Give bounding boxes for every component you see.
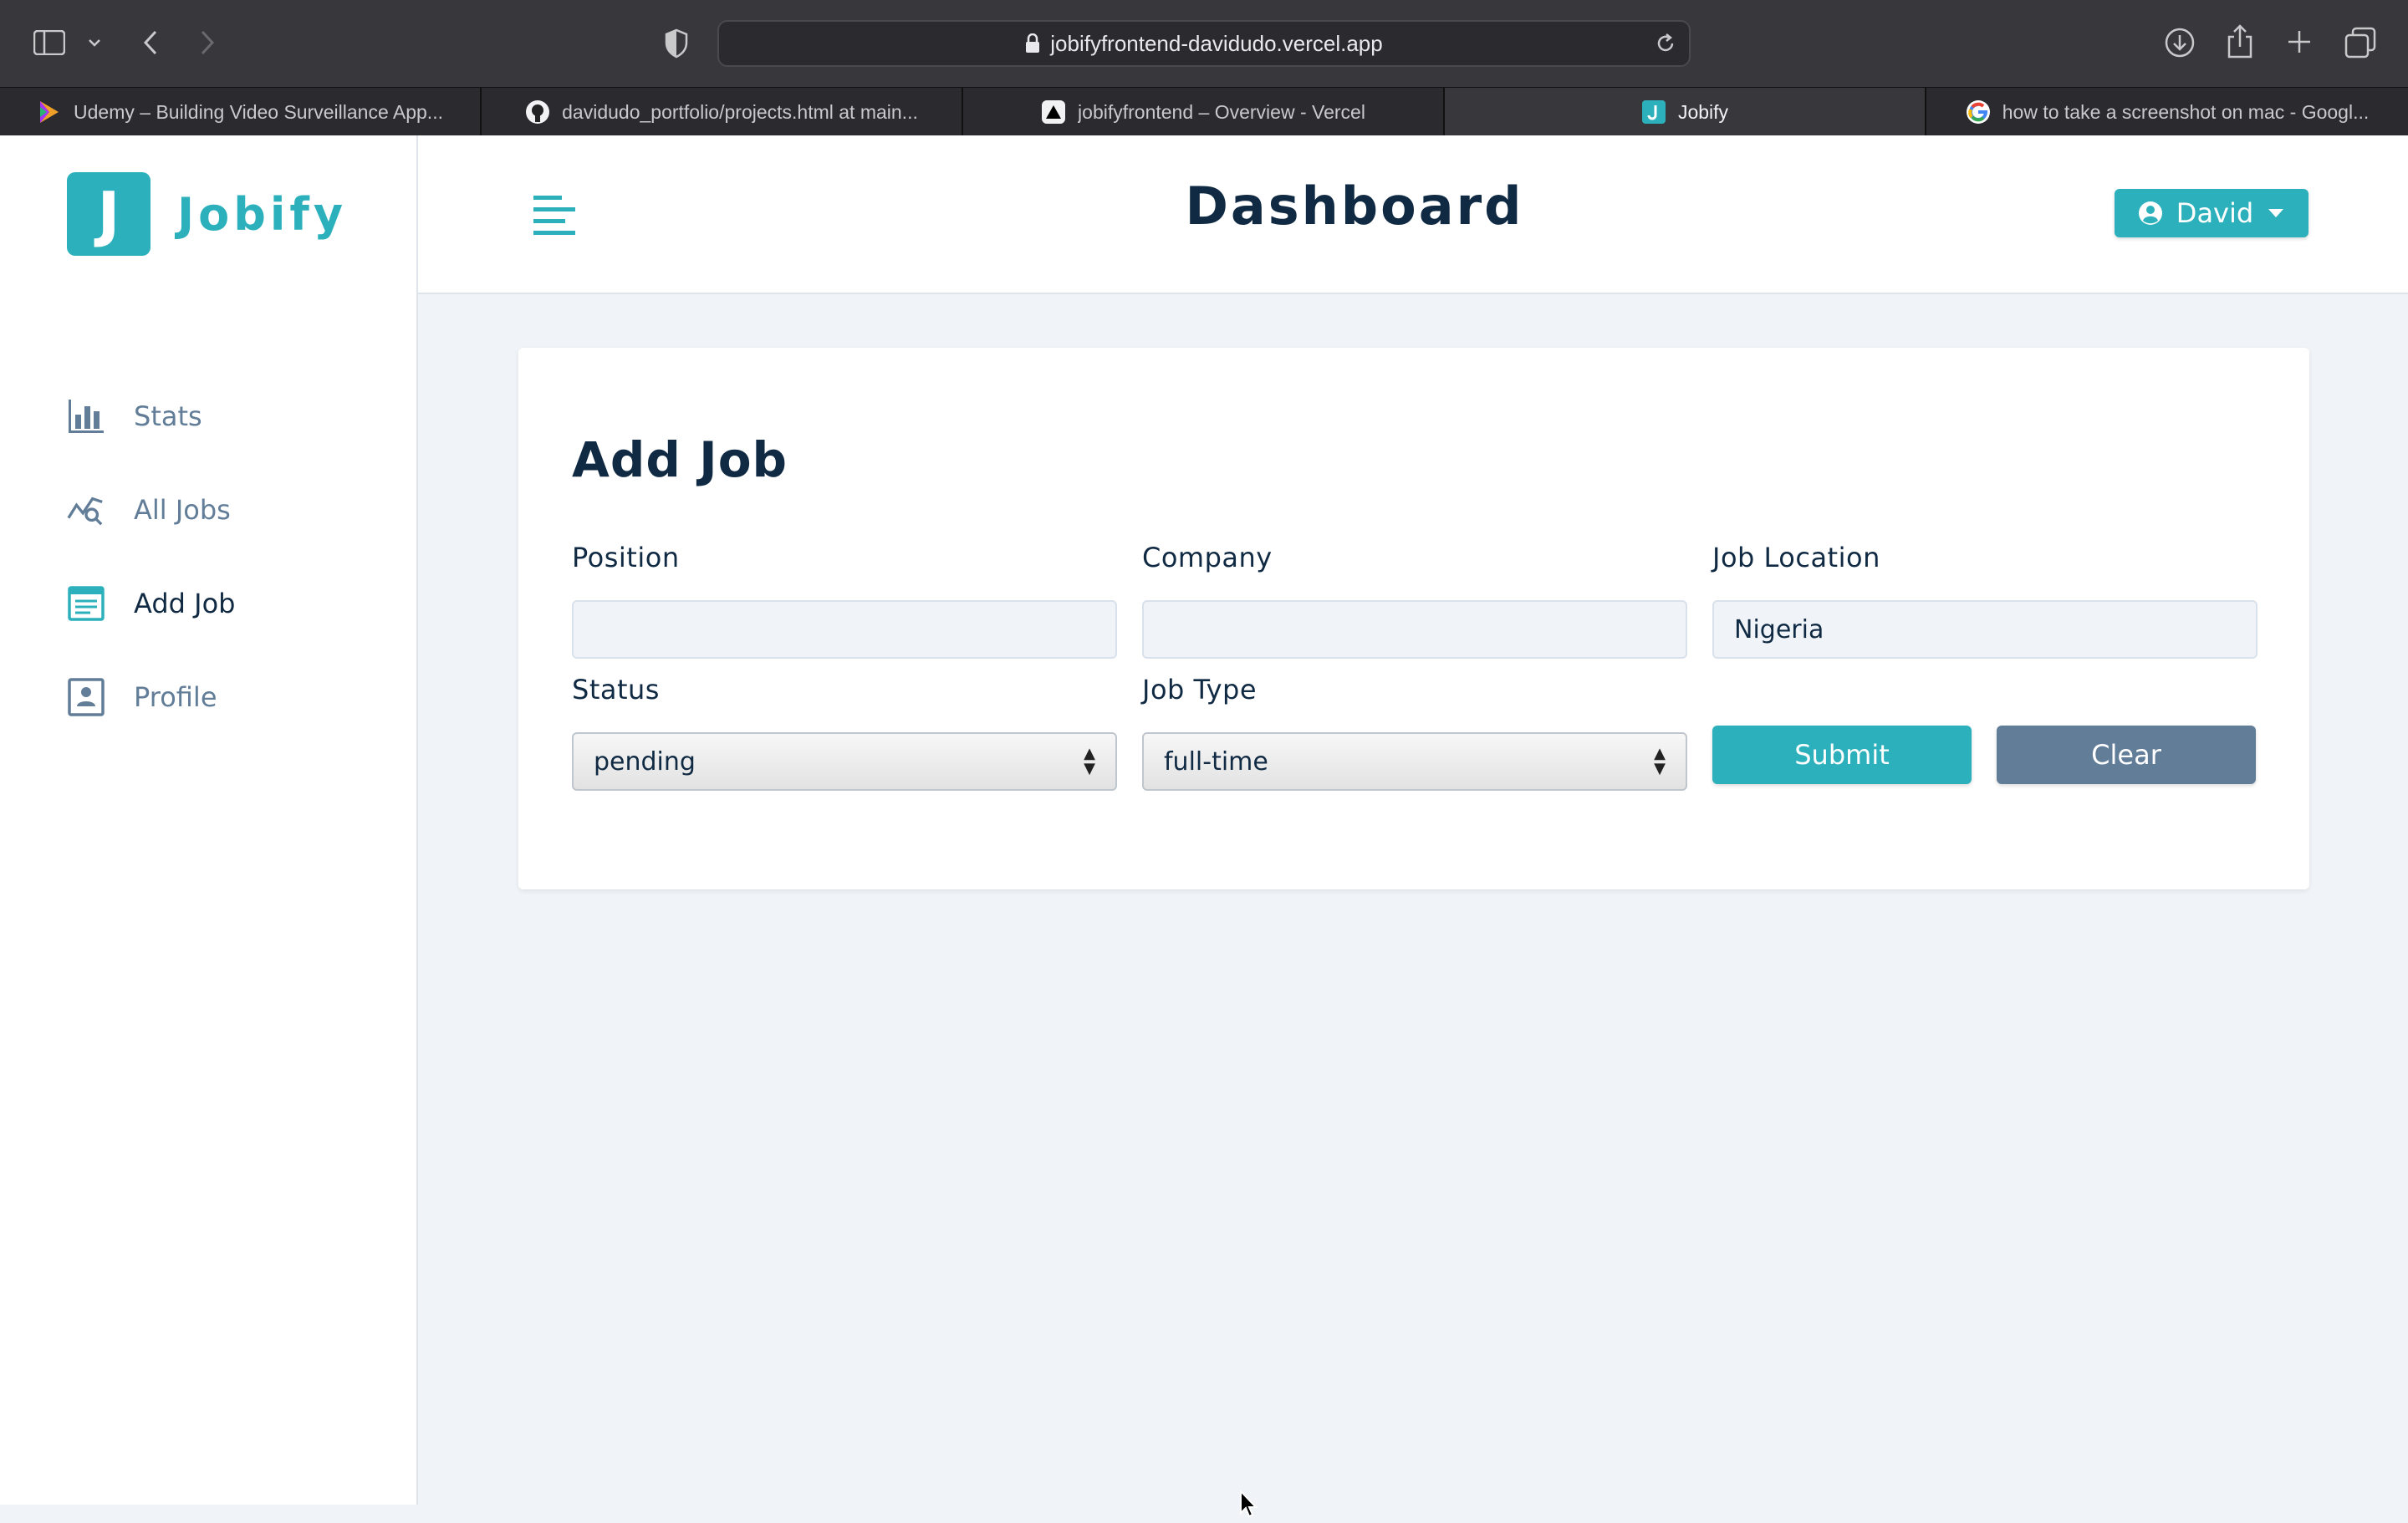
position-field-group: Position [572, 542, 1117, 659]
caret-down-icon [2267, 207, 2285, 219]
job-type-selected-value: full-time [1164, 746, 1268, 777]
download-icon[interactable] [2164, 27, 2196, 59]
sidebar-nav: Stats All Jobs Add Job Profile [67, 369, 235, 744]
job-type-label: Job Type [1142, 674, 1257, 705]
udemy-icon [37, 99, 62, 125]
status-selected-value: pending [594, 746, 696, 777]
share-icon[interactable] [2226, 23, 2254, 59]
github-icon [525, 99, 550, 125]
location-label: Job Location [1712, 542, 1880, 573]
location-field-group: Job Location [1712, 542, 2258, 659]
status-select[interactable]: pending ▲ ▼ [572, 732, 1117, 791]
tab-overview-icon[interactable] [2344, 27, 2376, 59]
browser-toolbar: jobifyfrontend-davidudo.vercel.app [0, 0, 2408, 87]
sidebar-item-label: Add Job [134, 588, 236, 619]
address-bar[interactable]: jobifyfrontend-davidudo.vercel.app [717, 20, 1691, 67]
sidebar-item-label: Stats [134, 400, 202, 432]
main-content: Add Job Position Company Job Location St… [418, 294, 2408, 1505]
reload-icon[interactable] [1654, 32, 1677, 61]
browser-tab[interactable]: jobifyfrontend – Overview - Vercel [963, 88, 1445, 136]
status-label: Status [572, 674, 660, 705]
job-type-select[interactable]: full-time ▲ ▼ [1142, 732, 1687, 791]
forward-icon[interactable] [197, 28, 217, 57]
jobify-app: J Jobify Stats All Jobs Add Job Profile … [0, 135, 2408, 1518]
sidebar-item-label: Profile [134, 681, 217, 713]
logo[interactable]: J Jobify [67, 172, 347, 256]
browser-tab[interactable]: davidudo_portfolio/projects.html at main… [482, 88, 963, 136]
user-circle-icon [2138, 201, 2163, 226]
sidebar-item-all-jobs[interactable]: All Jobs [67, 463, 235, 557]
profile-card-icon [67, 678, 105, 716]
search-chart-icon [67, 491, 105, 529]
clear-button[interactable]: Clear [1997, 726, 2256, 784]
logo-text: Jobify [177, 187, 348, 241]
mouse-pointer-icon [1239, 1489, 1259, 1523]
sidebar-toggle-icon[interactable] [33, 30, 65, 55]
company-input[interactable] [1142, 600, 1687, 659]
position-input[interactable] [572, 600, 1117, 659]
vercel-icon [1041, 99, 1066, 125]
add-job-form: Add Job Position Company Job Location St… [518, 348, 2309, 889]
select-arrows-icon: ▲ ▼ [1084, 745, 1095, 777]
form-icon [67, 584, 105, 623]
user-name: David [2176, 197, 2254, 229]
sidebar-item-add-job[interactable]: Add Job [67, 557, 235, 650]
sidebar-item-profile[interactable]: Profile [67, 650, 235, 744]
lock-icon [1025, 33, 1040, 53]
google-icon [1966, 99, 1991, 125]
sidebar-item-label: All Jobs [134, 494, 231, 526]
bar-chart-icon [67, 397, 105, 436]
company-field-group: Company [1142, 542, 1687, 659]
top-navbar: Dashboard David [418, 135, 2408, 294]
shield-icon[interactable] [664, 28, 689, 59]
form-title: Add Job [572, 431, 788, 488]
company-label: Company [1142, 542, 1273, 573]
user-menu-button[interactable]: David [2115, 189, 2309, 237]
jobify-icon [1641, 99, 1666, 125]
location-input[interactable] [1712, 600, 2258, 659]
browser-tab[interactable]: Udemy – Building Video Surveillance App.… [0, 88, 482, 136]
sidebar-item-stats[interactable]: Stats [67, 369, 235, 463]
submit-button[interactable]: Submit [1712, 726, 1972, 784]
new-tab-icon[interactable] [2286, 28, 2313, 55]
status-field-group: Status pending ▲ ▼ [572, 674, 1117, 791]
select-arrows-icon: ▲ ▼ [1654, 745, 1666, 777]
job-type-field-group: Job Type full-time ▲ ▼ [1142, 674, 1687, 791]
position-label: Position [572, 542, 680, 573]
back-icon[interactable] [140, 28, 161, 57]
url-text: jobifyfrontend-davidudo.vercel.app [1050, 30, 1383, 56]
tab-strip: Udemy – Building Video Surveillance App.… [0, 87, 2408, 136]
browser-tab[interactable]: how to take a screenshot on mac - Googl.… [1926, 88, 2408, 136]
logo-mark: J [67, 172, 150, 256]
chevron-down-icon[interactable] [87, 35, 102, 50]
browser-tab-active[interactable]: Jobify [1445, 88, 1926, 136]
sidebar: J Jobify Stats All Jobs Add Job Profile [0, 135, 418, 1505]
page-title: Dashboard [1185, 176, 1524, 237]
